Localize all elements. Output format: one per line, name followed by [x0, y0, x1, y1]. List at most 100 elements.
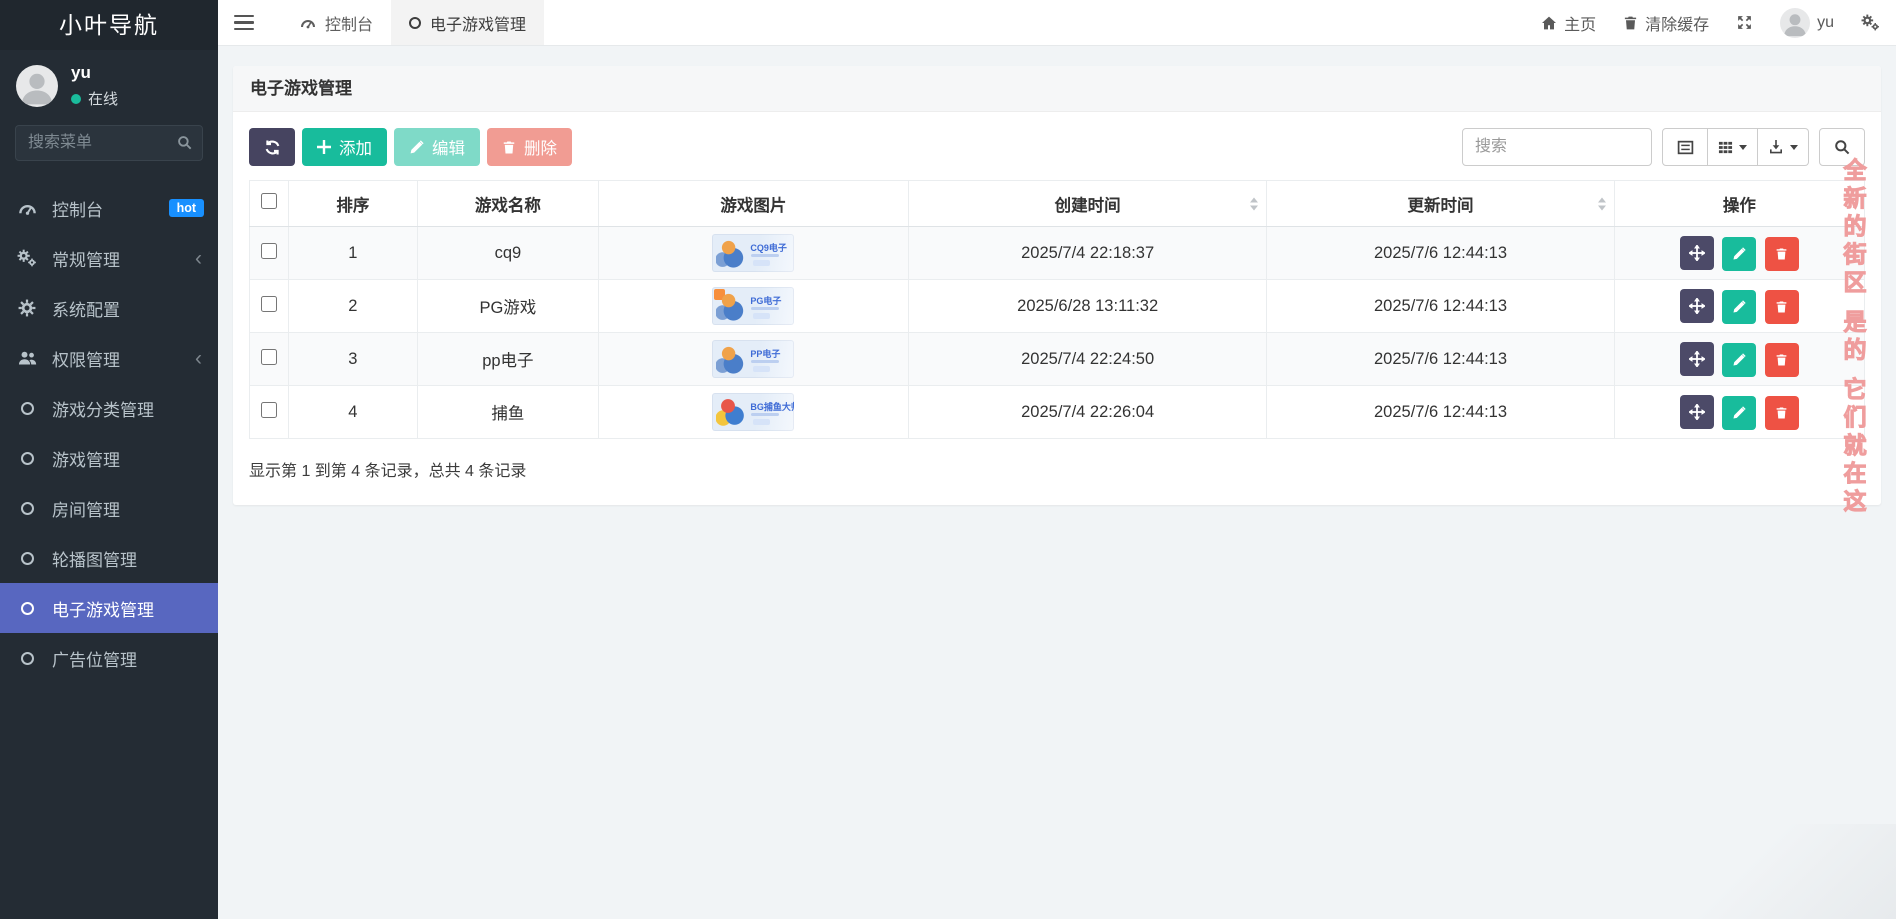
home-label: 主页 — [1564, 16, 1597, 34]
person-icon — [21, 73, 53, 105]
table-search-input[interactable] — [1462, 128, 1652, 166]
drag-sort-button[interactable] — [1679, 235, 1714, 270]
sidebar-item-game-category-mgmt[interactable]: 游戏分类管理 — [0, 383, 218, 433]
row-delete-button[interactable] — [1764, 236, 1799, 271]
main-content: 电子游戏管理 添加 编辑 删除 搜索 排序 游戏名称 游戏图片 创建时间 更新时… — [218, 46, 1896, 919]
select-all-checkbox[interactable] — [260, 193, 277, 209]
row-edit-button[interactable] — [1722, 342, 1757, 377]
row-delete-button[interactable] — [1764, 289, 1799, 324]
row-checkbox[interactable] — [260, 242, 277, 259]
data-table: 排序 游戏名称 游戏图片 创建时间 更新时间 操作 1 cq9 CQ9电子 20… — [249, 180, 1866, 439]
banner-label: PG电子 — [750, 296, 782, 306]
header-label: 创建时间 — [1054, 196, 1121, 215]
home-button[interactable]: 主页 — [1541, 11, 1596, 35]
sidebar-item-label: 电子游戏管理 — [52, 600, 154, 620]
settings-button[interactable] — [1861, 14, 1880, 31]
fullscreen-button[interactable] — [1736, 14, 1753, 31]
chevron-left-icon: ‹ — [195, 246, 202, 270]
caret-down-icon — [1739, 144, 1747, 150]
users-icon — [16, 349, 38, 368]
sort-arrows-icon — [1250, 197, 1259, 210]
cell-updated-time: 2025/7/6 12:44:13 — [1266, 226, 1615, 280]
game-banner-image[interactable]: PP电子 — [712, 340, 795, 378]
sidebar-menu: 控制台 hot 常规管理 ‹ 系统配置 权限管理 ‹ 游戏分类管理 游戏管理 房… — [0, 165, 218, 683]
sidebar-item-electronic-game-mgmt[interactable]: 电子游戏管理 — [0, 583, 218, 633]
avatar — [1780, 7, 1811, 38]
cell-sort: 1 — [287, 226, 418, 280]
cell-game-image: CQ9电子 — [597, 226, 909, 280]
sidebar-item-permission-mgmt[interactable]: 权限管理 ‹ — [0, 333, 218, 383]
banner-subline — [751, 360, 780, 363]
cell-sort: 3 — [287, 332, 418, 386]
sidebar-item-room-mgmt[interactable]: 房间管理 — [0, 483, 218, 533]
user-status: 在线 — [71, 88, 118, 109]
circle-icon — [16, 551, 38, 565]
row-delete-button[interactable] — [1764, 342, 1799, 377]
export-button[interactable] — [1758, 128, 1809, 166]
menu-search-input[interactable] — [15, 125, 203, 161]
table-row: 1 cq9 CQ9电子 2025/7/4 22:18:37 2025/7/6 1… — [249, 226, 1866, 280]
banner-art — [716, 291, 747, 321]
row-checkbox[interactable] — [260, 401, 277, 418]
drag-sort-button[interactable] — [1679, 288, 1714, 323]
common-search-toggle-button[interactable] — [1819, 128, 1865, 166]
row-edit-button[interactable] — [1722, 395, 1757, 430]
sidebar-item-game-mgmt[interactable]: 游戏管理 — [0, 433, 218, 483]
sidebar-item-label: 常规管理 — [52, 250, 120, 270]
banner-button-art — [753, 313, 771, 319]
clear-cache-button[interactable]: 清除缓存 — [1623, 11, 1709, 35]
game-banner-image[interactable]: BG捕鱼大师 — [712, 393, 795, 431]
cell-sort: 2 — [287, 279, 418, 333]
sidebar-item-dashboard[interactable]: 控制台 hot — [0, 183, 218, 233]
sidebar-item-carousel-mgmt[interactable]: 轮播图管理 — [0, 533, 218, 583]
game-banner-image[interactable]: CQ9电子 — [712, 234, 795, 272]
hot-badge: hot — [168, 198, 204, 218]
refresh-button[interactable] — [249, 128, 295, 166]
game-banner-image[interactable]: PG电子 — [712, 287, 795, 325]
cell-operations — [1613, 385, 1866, 439]
header-operations: 操作 — [1613, 180, 1866, 227]
drag-sort-button[interactable] — [1679, 341, 1714, 376]
sidebar-toggle-button[interactable] — [218, 0, 270, 45]
sidebar-item-system-config[interactable]: 系统配置 — [0, 283, 218, 333]
sidebar-item-general-mgmt[interactable]: 常规管理 ‹ — [0, 233, 218, 283]
banner-art — [716, 344, 747, 374]
banner-subline — [751, 307, 780, 310]
tab-electronic-game-mgmt[interactable]: 电子游戏管理 — [391, 0, 545, 45]
user-menu[interactable]: yu — [1780, 7, 1834, 38]
user-panel: yu 在线 — [0, 50, 218, 119]
sidebar-item-label: 广告位管理 — [52, 650, 137, 670]
row-edit-button[interactable] — [1722, 236, 1757, 271]
header-select-all — [249, 180, 289, 227]
detail-view-button[interactable] — [1662, 128, 1708, 166]
cell-game-name: pp电子 — [416, 332, 599, 386]
edit-button[interactable]: 编辑 — [394, 128, 480, 166]
content-panel: 电子游戏管理 添加 编辑 删除 搜索 排序 游戏名称 游戏图片 创建时间 更新时… — [233, 66, 1881, 505]
sidebar-item-ad-mgmt[interactable]: 广告位管理 — [0, 633, 218, 683]
banner-button-art — [753, 419, 771, 425]
row-checkbox[interactable] — [260, 348, 277, 365]
banner-art — [716, 397, 747, 427]
topbar-username: yu — [1817, 13, 1834, 31]
header-sort: 排序 — [287, 180, 418, 227]
row-delete-button[interactable] — [1764, 395, 1799, 430]
cell-game-image: PG电子 — [597, 279, 909, 333]
add-button[interactable]: 添加 — [302, 128, 387, 166]
topbar: 控制台 电子游戏管理 主页 清除缓存 yu — [218, 0, 1896, 46]
cell-select — [249, 385, 289, 439]
sidebar-item-label: 游戏分类管理 — [52, 400, 154, 420]
tab-dashboard[interactable]: 控制台 — [282, 0, 391, 45]
row-edit-button[interactable] — [1722, 289, 1757, 324]
drag-sort-button[interactable] — [1679, 394, 1714, 429]
banner-subline — [751, 254, 780, 257]
nav-tabs: 控制台 电子游戏管理 — [282, 0, 545, 45]
table-search — [1462, 128, 1652, 166]
dashboard-icon — [300, 15, 316, 31]
columns-button[interactable] — [1708, 128, 1758, 166]
header-created-time[interactable]: 创建时间 — [907, 180, 1268, 227]
delete-button[interactable]: 删除 — [487, 128, 572, 166]
header-updated-time[interactable]: 更新时间 — [1266, 180, 1615, 227]
cell-select — [249, 332, 289, 386]
banner-art — [716, 238, 747, 268]
row-checkbox[interactable] — [260, 295, 277, 312]
